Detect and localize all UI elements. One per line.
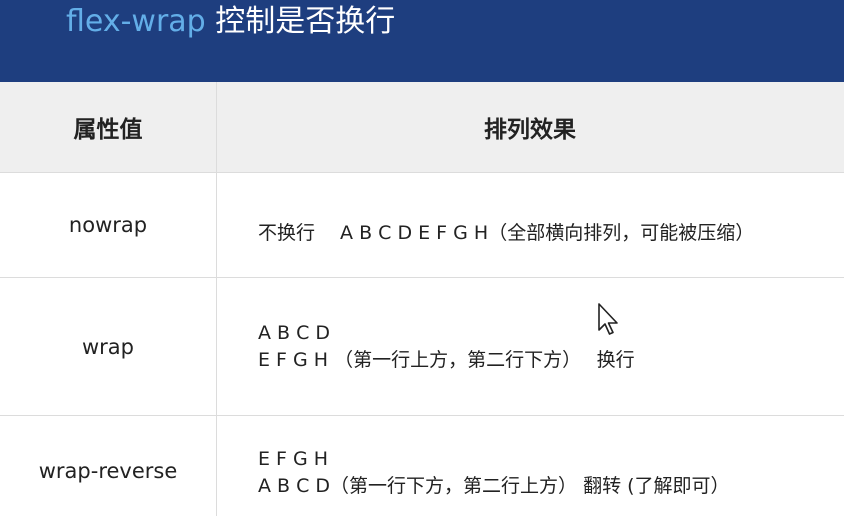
title-text: 控制是否换行 <box>205 4 396 39</box>
title-bar: flex-wrap 控制是否换行 <box>0 0 844 82</box>
slide: flex-wrap 控制是否换行 属性值 排列效果 nowrap 不换行 A B… <box>0 0 844 516</box>
table-row-wrap: wrap A B C D E F G H （第一行上方，第二行下方） 换行 <box>0 278 844 416</box>
column-divider <box>216 82 217 516</box>
flex-wrap-table: 属性值 排列效果 nowrap 不换行 A B C D E F G H（全部横向… <box>0 82 844 516</box>
row-value: wrap <box>81 334 134 359</box>
effect-line: A B C D <box>258 321 331 344</box>
row-value: nowrap <box>68 213 148 237</box>
slide-title: flex-wrap 控制是否换行 <box>66 2 395 42</box>
row-value: wrap-reverse <box>38 459 178 483</box>
header-property-value: 属性值 <box>73 117 143 143</box>
table-header-row: 属性值 排列效果 <box>0 82 844 173</box>
table-row-wrap-reverse: wrap-reverse E F G H A B C D（第一行下方，第二行上方… <box>0 416 844 516</box>
effect-line: 不换行 A B C D E F G H（全部横向排列，可能被压缩） <box>258 221 755 244</box>
row-effect: A B C D E F G H （第一行上方，第二行下方） 换行 <box>258 278 844 415</box>
effect-line: A B C D（第一行下方，第二行上方） 翻转 (了解即可） <box>258 475 730 497</box>
header-arrangement-effect: 排列效果 <box>484 117 576 143</box>
mouse-pointer-icon <box>598 303 618 335</box>
row-effect: E F G H A B C D（第一行下方，第二行上方） 翻转 (了解即可） <box>258 416 844 516</box>
table-row-nowrap: nowrap 不换行 A B C D E F G H（全部横向排列，可能被压缩） <box>0 173 844 278</box>
row-effect: 不换行 A B C D E F G H（全部横向排列，可能被压缩） <box>258 173 844 285</box>
effect-line: E F G H （第一行上方，第二行下方） 换行 <box>258 348 635 371</box>
effect-line: E F G H <box>258 448 329 470</box>
title-keyword: flex-wrap <box>66 4 206 39</box>
